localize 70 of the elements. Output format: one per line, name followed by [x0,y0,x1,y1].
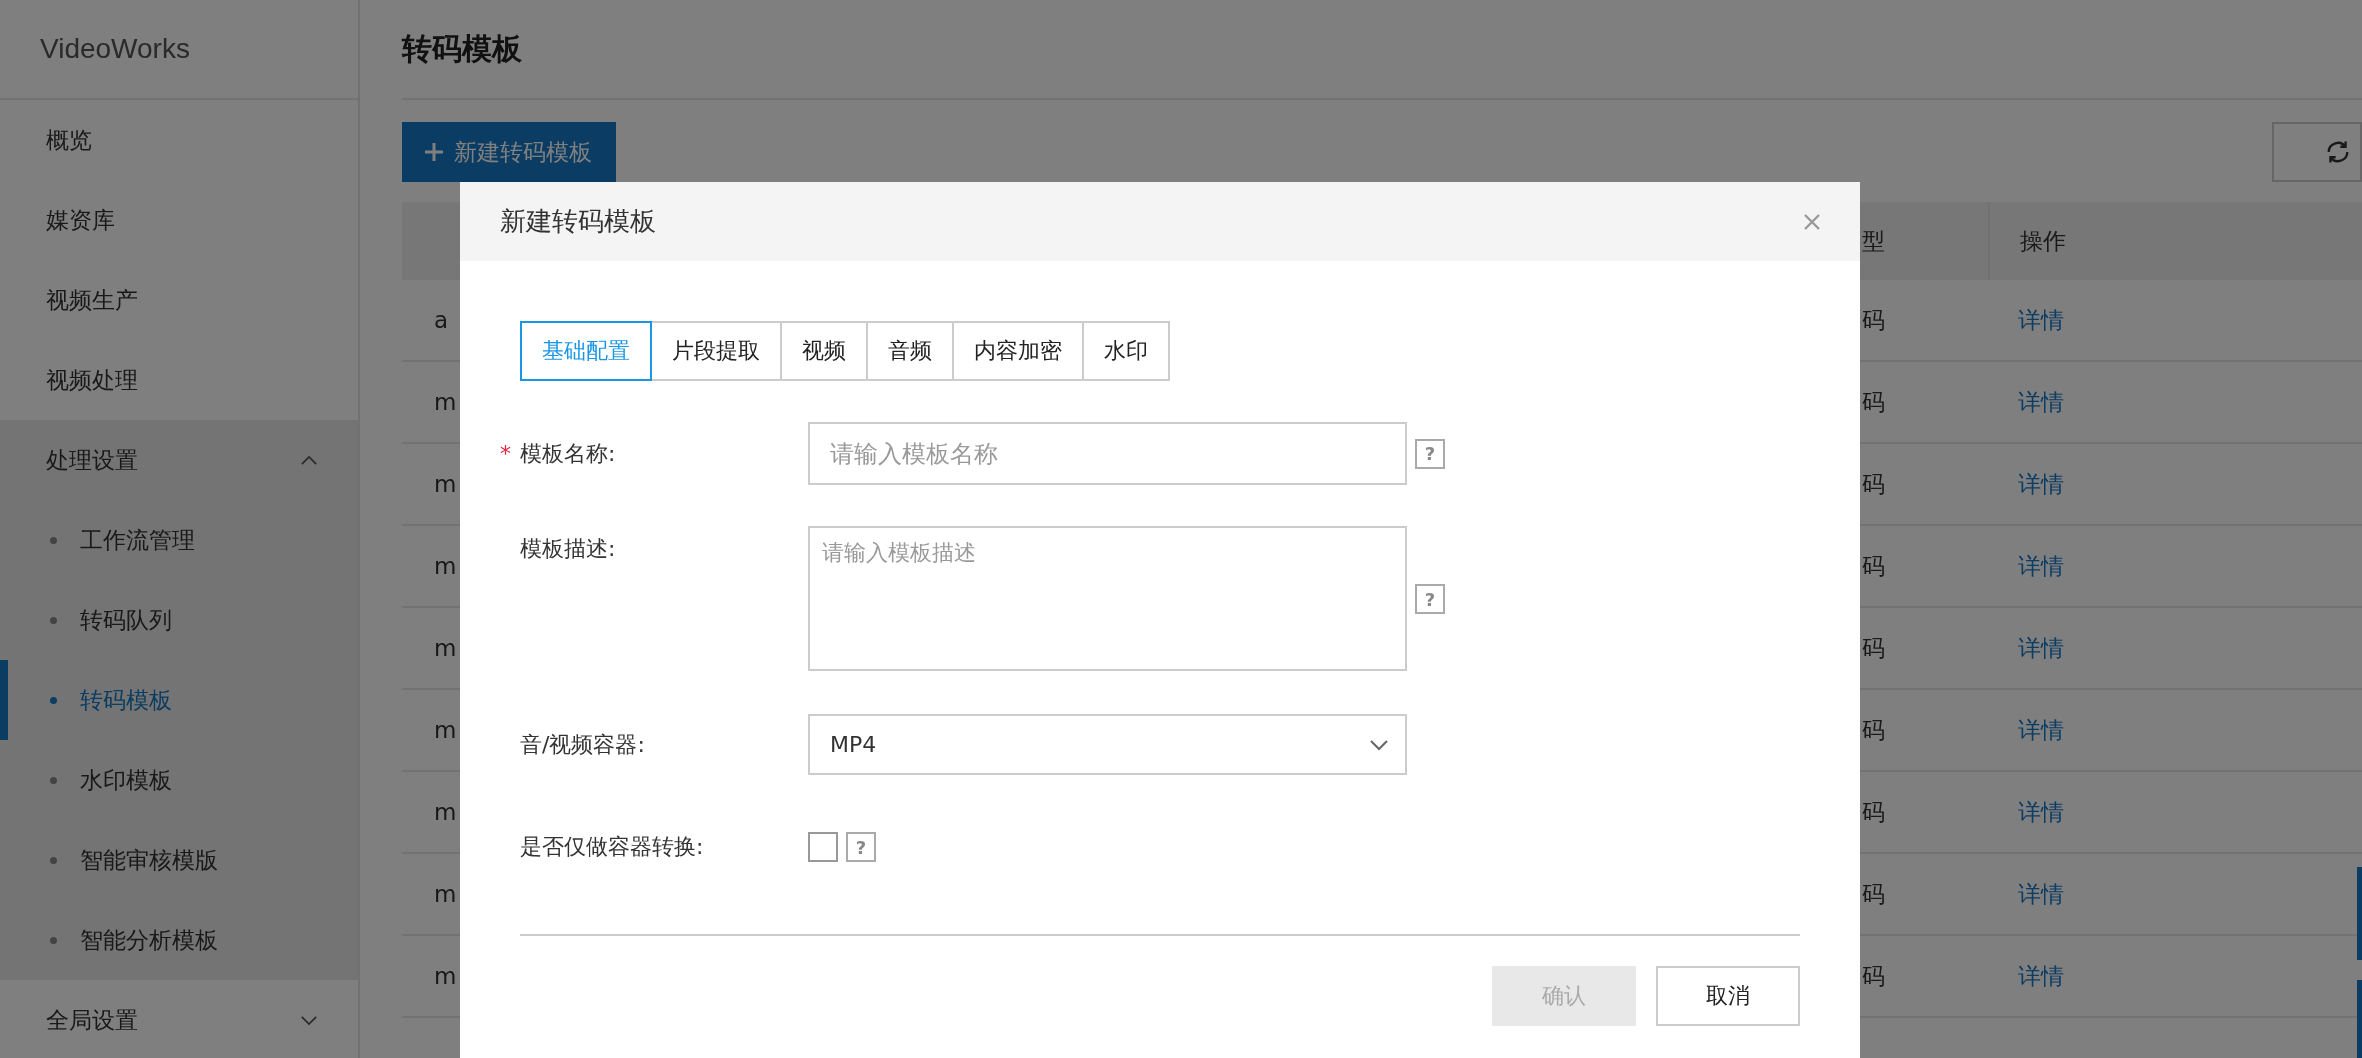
tab[interactable]: 音频 [866,321,954,381]
tab[interactable]: 基础配置 [520,321,652,381]
chevron-down-icon [1369,738,1389,751]
table-cell-text: 码 [1862,387,1885,417]
tab[interactable]: 片段提取 [650,321,782,381]
field-label: 模板描述: [520,536,616,561]
chevron-down-icon [300,1014,318,1026]
tab[interactable]: 内容加密 [952,321,1084,381]
table-cell-text: 码 [1862,715,1885,745]
sidebar-subitem[interactable]: 转码模板 [0,660,358,740]
column-header: 型 [1862,226,1885,256]
page-title: 转码模板 [402,29,522,68]
close-icon[interactable] [1802,211,1822,232]
sidebar-item[interactable]: 媒资库 [0,180,358,260]
tab[interactable]: 水印 [1082,321,1170,381]
table-cell: m [434,471,457,497]
field-label: 音/视频容器: [520,731,645,757]
table-cell: m [434,553,457,579]
details-link[interactable]: 详情 [2018,550,2064,582]
details-link[interactable]: 详情 [2018,468,2064,500]
new-template-button[interactable]: 新建转码模板 [402,122,616,182]
table-cell: a [434,307,449,333]
help-icon[interactable]: ? [1415,584,1445,614]
details-link[interactable]: 详情 [2018,304,2064,336]
sidebar-group[interactable]: 处理设置 [0,420,358,500]
column-header: 操作 [2020,226,2066,256]
details-link[interactable]: 详情 [2018,632,2064,664]
table-cell-text: 码 [1862,469,1885,499]
table-cell-text: 码 [1862,633,1885,663]
sidebar-subitem[interactable]: 转码队列 [0,580,358,660]
table-cell-text: 码 [1862,961,1885,991]
chevron-up-icon [300,454,318,466]
checkbox[interactable] [808,832,838,862]
sidebar-subitem[interactable]: 智能审核模版 [0,820,358,900]
field-label: 模板名称: [520,440,616,466]
sidebar-subitem[interactable]: 工作流管理 [0,500,358,580]
table-cell: m [434,799,457,825]
table-cell-text: 码 [1862,797,1885,827]
sidebar-item[interactable]: 视频处理 [0,340,358,420]
table-cell-text: 码 [1862,551,1885,581]
sidebar-item[interactable]: 视频生产 [0,260,358,340]
table-cell: m [434,635,457,661]
details-link[interactable]: 详情 [2018,960,2064,992]
details-link[interactable]: 详情 [2018,386,2064,418]
name-field[interactable]: 请输入模板名称 [808,422,1407,485]
sidebar-item[interactable]: 概览 [0,100,358,180]
table-cell-text: 码 [1862,879,1885,909]
details-link[interactable]: 详情 [2018,878,2064,910]
sidebar-group[interactable]: 全局设置 [0,980,358,1058]
details-link[interactable]: 详情 [2018,714,2064,746]
table-cell: m [434,717,457,743]
sidebar-subitem[interactable]: 智能分析模板 [0,900,358,980]
help-icon[interactable]: ? [846,832,876,862]
cancel-button[interactable]: 取消 [1656,966,1800,1026]
plus-icon [424,142,444,162]
dialog-title: 新建转码模板 [500,205,656,238]
sidebar-subitem[interactable]: 水印模板 [0,740,358,820]
field-label: 是否仅做容器转换: [520,834,704,859]
table-cell: m [434,881,457,907]
tab[interactable]: 视频 [780,321,868,381]
app-name: VideoWorks [0,0,358,100]
table-cell: m [434,963,457,989]
description-field[interactable]: 请输入模板描述 [808,526,1407,671]
help-icon[interactable]: ? [1415,438,1445,469]
required-mark: * [500,440,511,466]
details-link[interactable]: 详情 [2018,796,2064,828]
table-cell: m [434,389,457,415]
refresh-button[interactable] [2272,122,2362,182]
container-select[interactable]: MP4 [808,714,1407,775]
table-cell-text: 码 [1862,305,1885,335]
